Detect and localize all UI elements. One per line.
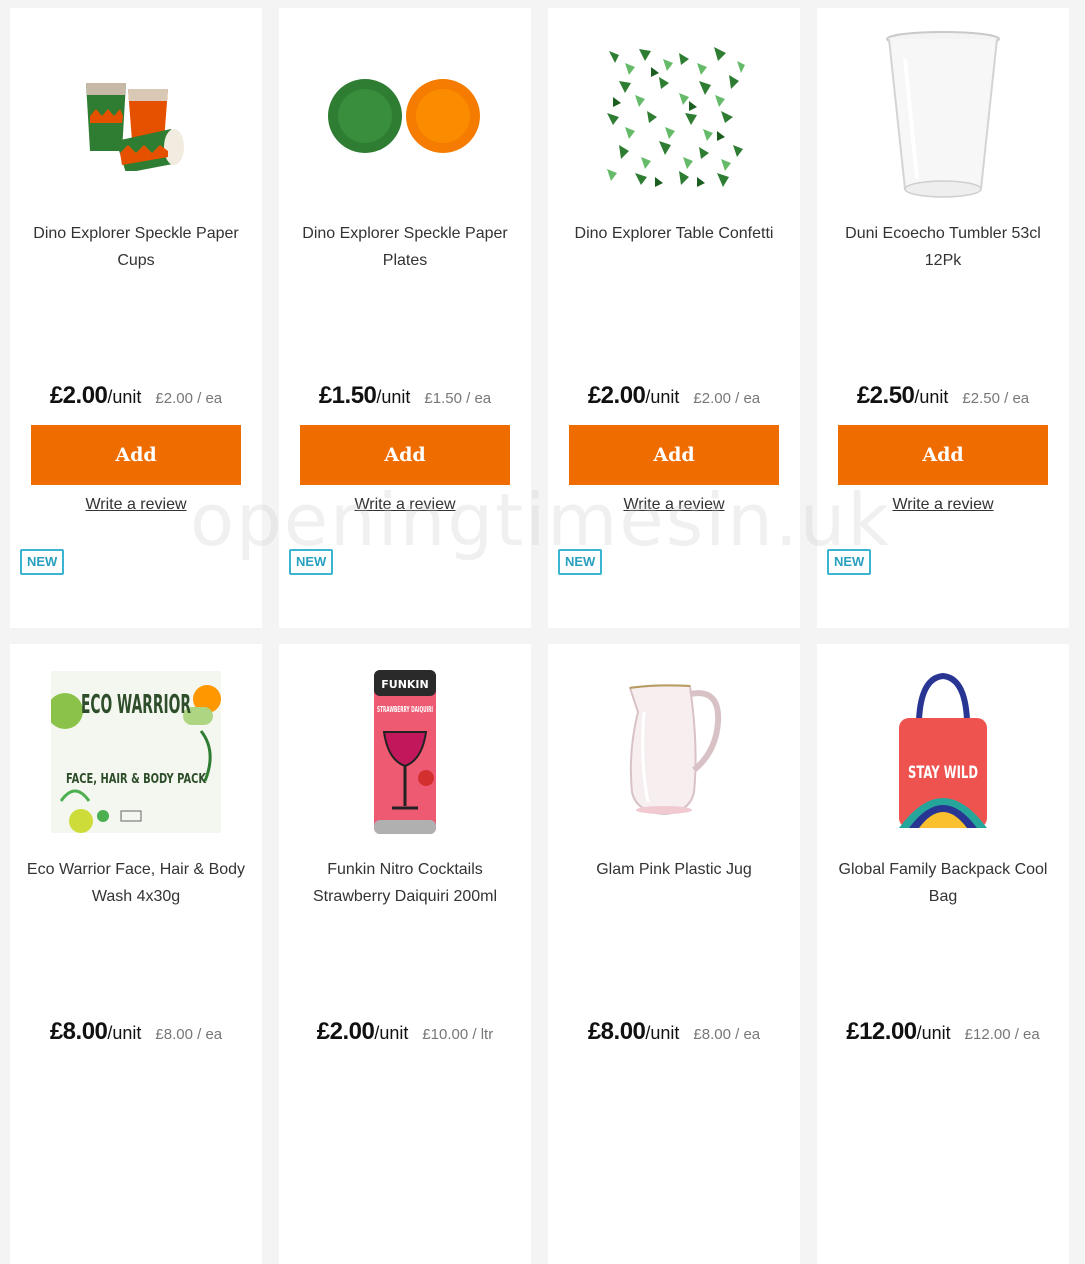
price-row: £12.00/unit £12.00 / ea — [817, 1018, 1069, 1046]
product-title[interactable]: Global Family Backpack Cool Bag — [831, 856, 1055, 910]
unit-price: £1.50 / ea — [424, 390, 492, 407]
write-review-link[interactable]: Write a review — [10, 496, 262, 514]
write-review-link[interactable]: Write a review — [548, 496, 800, 514]
product-title[interactable]: Dino Explorer Speckle Paper Plates — [293, 220, 517, 274]
product-title[interactable]: Glam Pink Plastic Jug — [562, 856, 786, 883]
unit-price: £10.00 / ltr — [422, 1026, 494, 1043]
unit-price: £12.00 / ea — [964, 1026, 1040, 1043]
paper-cups-image[interactable] — [10, 26, 262, 206]
table-confetti-image[interactable] — [548, 26, 800, 206]
product-title[interactable]: Dino Explorer Speckle Paper Cups — [24, 220, 248, 274]
price: £12.00/unit — [846, 1018, 951, 1045]
cool-bag-image[interactable]: STAY WILD — [817, 662, 1069, 842]
price: £2.50/unit — [856, 382, 949, 409]
price: £2.00/unit — [316, 1018, 409, 1045]
cocktail-can-image[interactable]: FUNKIN STRAWBERRY DAIQUIRI — [279, 662, 531, 842]
price-row: £2.50/unit £2.50 / ea — [817, 382, 1069, 410]
svg-text:STRAWBERRY DAIQUIRI: STRAWBERRY DAIQUIRI — [377, 705, 433, 714]
price-row: £2.00/unit £10.00 / ltr — [279, 1018, 531, 1046]
unit-price: £2.00 / ea — [155, 390, 223, 407]
plastic-tumbler-image[interactable] — [817, 26, 1069, 206]
new-badge: NEW — [827, 549, 872, 575]
new-badge: NEW — [20, 549, 65, 575]
price-row: £2.00/unit £2.00 / ea — [10, 382, 262, 410]
add-button[interactable]: Add — [300, 425, 510, 485]
price: £8.00/unit — [587, 1018, 680, 1045]
price: £1.50/unit — [318, 382, 411, 409]
product-card: Duni Ecoecho Tumbler 53cl 12Pk £2.50/uni… — [817, 8, 1069, 628]
product-card: Dino Explorer Table Confetti £2.00/unit … — [548, 8, 800, 628]
product-card: Dino Explorer Speckle Paper Cups £2.00/u… — [10, 8, 262, 628]
write-review-link[interactable]: Write a review — [279, 496, 531, 514]
add-button[interactable]: Add — [838, 425, 1048, 485]
svg-text:ECO WARRIOR: ECO WARRIOR — [81, 690, 191, 720]
product-title[interactable]: Funkin Nitro Cocktails Strawberry Daiqui… — [293, 856, 517, 910]
product-title[interactable]: Dino Explorer Table Confetti — [562, 220, 786, 247]
svg-text:STAY WILD: STAY WILD — [908, 763, 978, 783]
product-card: Dino Explorer Speckle Paper Plates £1.50… — [279, 8, 531, 628]
svg-text:FUNKIN: FUNKIN — [381, 678, 428, 691]
write-review-link[interactable]: Write a review — [817, 496, 1069, 514]
unit-price: £2.50 / ea — [962, 390, 1030, 407]
price-row: £2.00/unit £2.00 / ea — [548, 382, 800, 410]
product-card: Glam Pink Plastic Jug £8.00/unit £8.00 /… — [548, 644, 800, 1264]
unit-price: £8.00 / ea — [693, 1026, 761, 1043]
product-card: FUNKIN STRAWBERRY DAIQUIRI Funkin Nitro … — [279, 644, 531, 1264]
add-button[interactable]: Add — [31, 425, 241, 485]
price-row: £8.00/unit £8.00 / ea — [10, 1018, 262, 1046]
product-title[interactable]: Eco Warrior Face, Hair & Body Wash 4x30g — [24, 856, 248, 910]
product-card: STAY WILD Global Family Backpack Cool Ba… — [817, 644, 1069, 1264]
unit-price: £2.00 / ea — [693, 390, 761, 407]
product-card: ECO WARRIOR FACE, HAIR & BODY PACK Eco W… — [10, 644, 262, 1264]
price-row: £1.50/unit £1.50 / ea — [279, 382, 531, 410]
new-badge: NEW — [558, 549, 603, 575]
price-row: £8.00/unit £8.00 / ea — [548, 1018, 800, 1046]
unit-price: £8.00 / ea — [155, 1026, 223, 1043]
new-badge: NEW — [289, 549, 334, 575]
plastic-jug-image[interactable] — [548, 662, 800, 842]
paper-plates-image[interactable] — [279, 26, 531, 206]
price: £8.00/unit — [49, 1018, 142, 1045]
price: £2.00/unit — [587, 382, 680, 409]
add-button[interactable]: Add — [569, 425, 779, 485]
product-title[interactable]: Duni Ecoecho Tumbler 53cl 12Pk — [831, 220, 1055, 274]
svg-text:FACE, HAIR & BODY PACK: FACE, HAIR & BODY PACK — [66, 772, 207, 787]
product-grid: Dino Explorer Speckle Paper Cups £2.00/u… — [10, 8, 1069, 1264]
eco-warrior-pack-image[interactable]: ECO WARRIOR FACE, HAIR & BODY PACK — [10, 662, 262, 842]
price: £2.00/unit — [49, 382, 142, 409]
